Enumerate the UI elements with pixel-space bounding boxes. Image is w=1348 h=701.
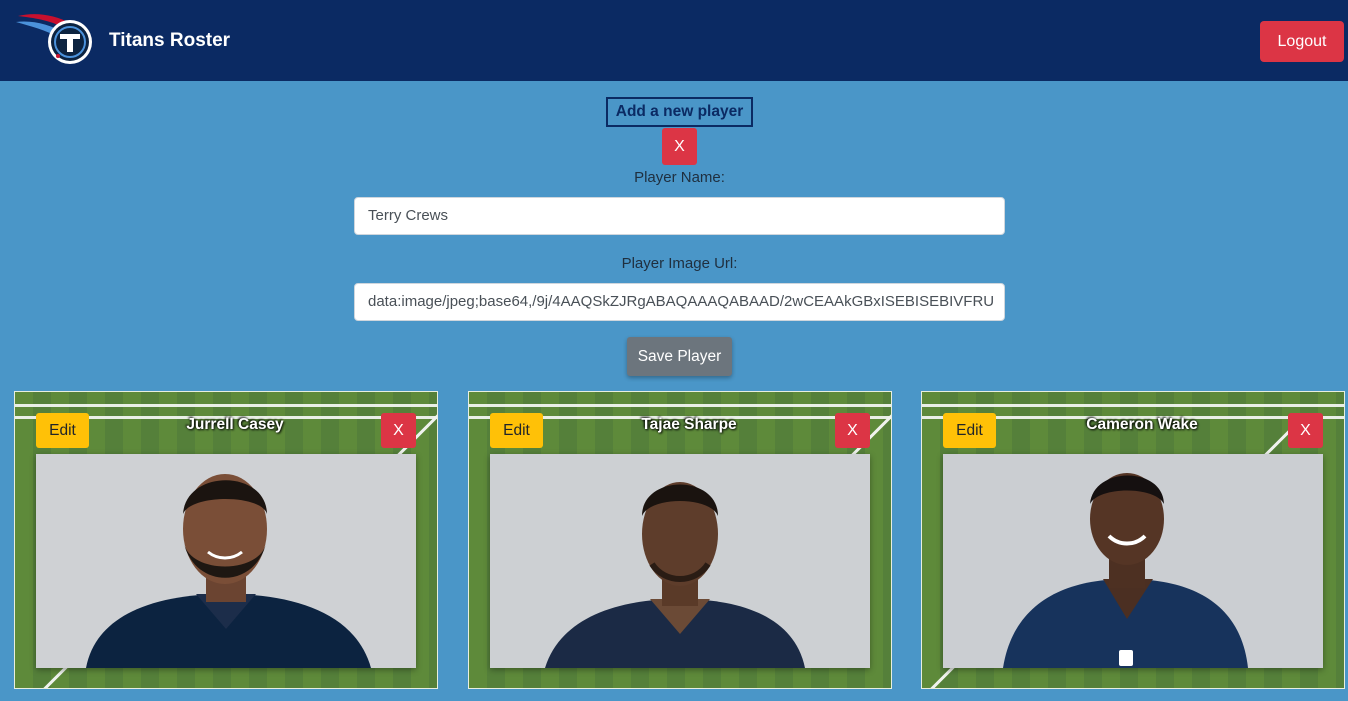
player-card: Edit Cameron Wake X xyxy=(921,391,1345,689)
player-name: Tajae Sharpe xyxy=(641,416,737,433)
player-image-url-input[interactable]: data:image/jpeg;base64,/9j/4AAQSkZJRgABA… xyxy=(354,283,1005,321)
player-photo-illustration xyxy=(490,454,870,668)
edit-button[interactable]: Edit xyxy=(36,413,89,448)
player-photo xyxy=(490,454,870,668)
delete-button[interactable]: X xyxy=(835,413,870,448)
player-name: Cameron Wake xyxy=(1086,416,1198,433)
field-line xyxy=(15,404,437,407)
player-photo-illustration xyxy=(943,454,1323,668)
delete-button[interactable]: X xyxy=(381,413,416,448)
player-card: Edit Jurrell Casey X xyxy=(14,391,438,689)
field-line xyxy=(469,404,891,407)
add-player-toggle[interactable]: Add a new player xyxy=(606,97,753,127)
player-card: Edit Tajae Sharpe X xyxy=(468,391,892,689)
close-form-button[interactable]: X xyxy=(662,128,697,165)
navbar: Titans Roster Logout xyxy=(0,0,1348,81)
player-photo xyxy=(943,454,1323,668)
titans-logo-icon[interactable] xyxy=(14,10,94,70)
app-title[interactable]: Titans Roster xyxy=(109,30,230,52)
player-name: Jurrell Casey xyxy=(186,416,284,433)
edit-button[interactable]: Edit xyxy=(943,413,996,448)
player-photo xyxy=(36,454,416,668)
player-name-input[interactable]: Terry Crews xyxy=(354,197,1005,235)
player-image-url-label: Player Image Url: xyxy=(621,255,738,272)
logout-button[interactable]: Logout xyxy=(1260,21,1344,62)
delete-button[interactable]: X xyxy=(1288,413,1323,448)
player-name-label: Player Name: xyxy=(634,169,725,186)
player-photo-illustration xyxy=(36,454,416,668)
add-player-form: Add a new player X Player Name: Terry Cr… xyxy=(0,81,1348,381)
save-player-button[interactable]: Save Player xyxy=(627,337,732,376)
edit-button[interactable]: Edit xyxy=(490,413,543,448)
field-line xyxy=(922,404,1344,407)
